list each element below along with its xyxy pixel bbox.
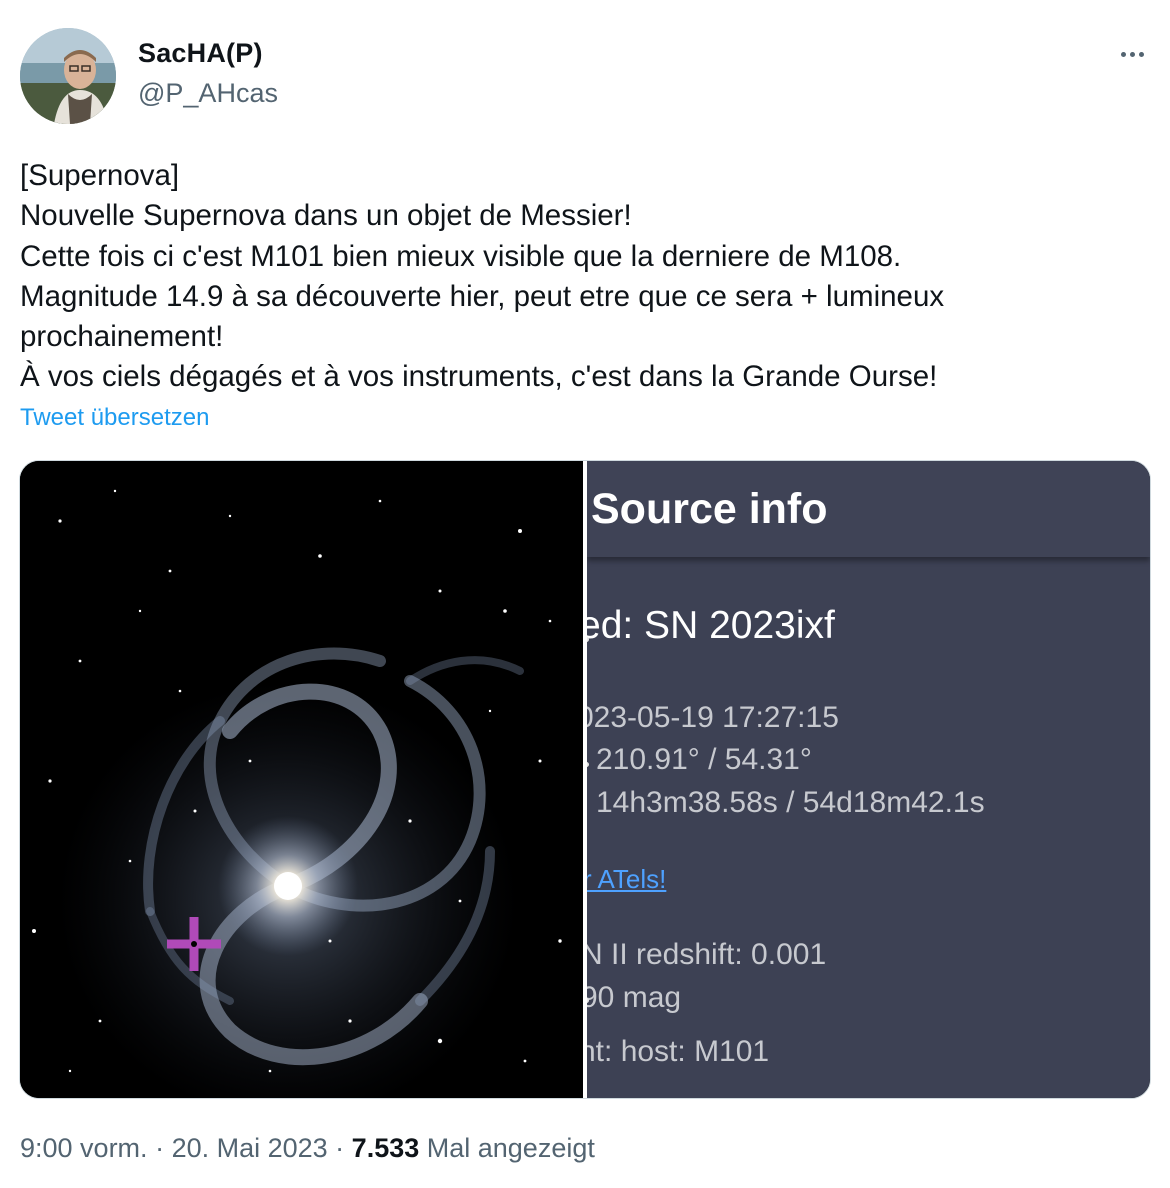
- more-horizontal-icon: [1120, 51, 1126, 57]
- tweet-text-line: Cette fois ci c'est M101 bien mieux visi…: [20, 239, 902, 273]
- tweet-date[interactable]: 20. Mai 2023: [172, 1133, 328, 1163]
- source-info-panel[interactable]: Source info ed: SN 2023ixf 023-05-19 17:…: [587, 461, 1150, 1098]
- translate-tweet-link[interactable]: Tweet übersetzen: [20, 404, 209, 432]
- avatar[interactable]: [20, 28, 116, 124]
- tweet-text-line: [Supernova]: [20, 159, 180, 192]
- tweet-text: [Supernova] Nouvelle Supernova dans un o…: [20, 156, 1140, 398]
- source-coords-deg: 210.91° / 54.31°: [596, 743, 812, 776]
- view-count-label: Mal angezeigt: [419, 1133, 595, 1163]
- source-info-header: Source info: [587, 461, 1150, 557]
- source-coords-hms: 14h3m38.58s / 54d18m42.1s: [596, 786, 985, 819]
- author-handle[interactable]: @P_AHcas: [138, 78, 278, 109]
- atels-link[interactable]: r ATels!: [587, 864, 666, 895]
- tweet-text-line: prochainement!: [20, 320, 224, 354]
- galaxy-image[interactable]: [20, 461, 583, 1098]
- author-display-name[interactable]: SacHA(P): [138, 38, 263, 69]
- tweet-text-line: Magnitude 14.9 à sa découverte hier, peu…: [20, 279, 945, 313]
- source-host: nt: host: M101: [587, 1035, 770, 1068]
- more-options-button[interactable]: [1112, 40, 1152, 68]
- view-count: 7.533: [351, 1133, 420, 1163]
- more-horizontal-icon: [1129, 51, 1135, 57]
- tweet-text-line: À vos ciels dégagés et à vos instruments…: [20, 360, 938, 394]
- tweet-meta: 9:00 vorm. · 20. Mai 2023 · 7.533 Mal an…: [20, 1133, 595, 1164]
- source-name: ed: SN 2023ixf: [587, 604, 835, 647]
- meta-separator: ·: [327, 1133, 352, 1163]
- source-info-title: Source info: [591, 485, 828, 533]
- more-horizontal-icon: [1138, 51, 1144, 57]
- clipped-text-dot: [587, 762, 589, 767]
- source-type-redshift: N II redshift: 0.001: [587, 938, 827, 971]
- meta-separator: ·: [147, 1133, 172, 1163]
- tweet-text-line: Nouvelle Supernova dans un objet de Mess…: [20, 199, 632, 233]
- avatar-photo: [20, 28, 116, 124]
- tweet: SacHA(P) @P_AHcas [Supernova] Nouvelle S…: [0, 0, 1170, 1188]
- source-magnitude: 90 mag: [587, 981, 682, 1014]
- tweet-media[interactable]: Source info ed: SN 2023ixf 023-05-19 17:…: [19, 460, 1151, 1099]
- source-date: 023-05-19 17:27:15: [587, 701, 839, 734]
- tweet-time[interactable]: 9:00 vorm.: [20, 1133, 148, 1163]
